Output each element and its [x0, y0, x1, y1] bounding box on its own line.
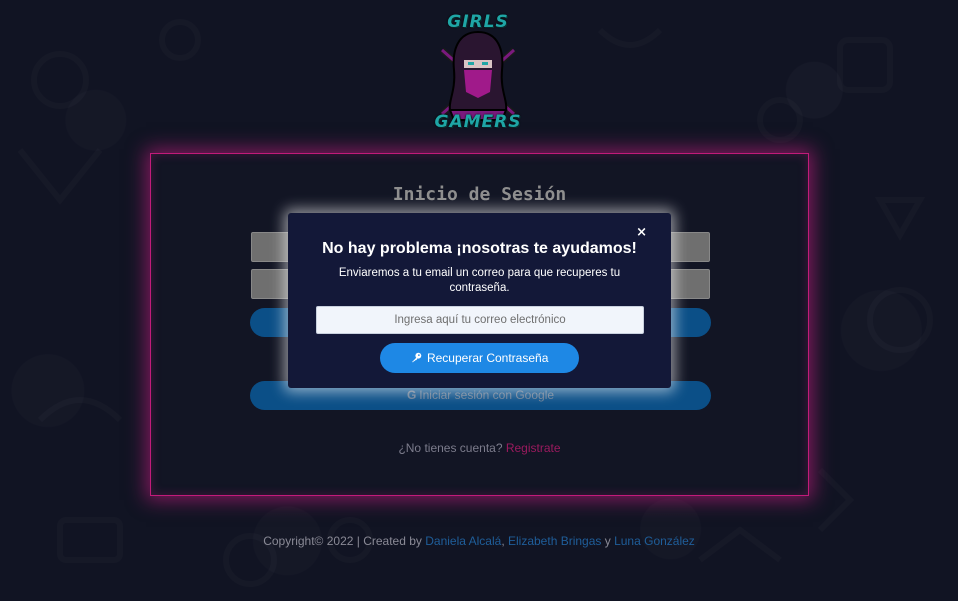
footer-copyright: Copyright© 2022 | Created by: [263, 534, 422, 548]
close-icon[interactable]: ×: [636, 225, 647, 240]
modal-title: No hay problema ¡nosotras te ayudamos!: [322, 240, 637, 257]
google-icon: G: [406, 388, 417, 402]
author-link-daniela[interactable]: Daniela Alcalá: [425, 534, 501, 548]
login-title: Inicio de Sesión: [392, 184, 567, 205]
modal-description: Enviaremos a tu email un correo para que…: [338, 267, 621, 294]
google-login-label: Iniciar sesión con Google: [419, 388, 555, 402]
signup-prompt: ¿No tienes cuenta? Registrate: [151, 441, 808, 455]
signup-link[interactable]: Registrate: [506, 441, 561, 455]
password-recovery-modal: × No hay problema ¡nosotras te ayudamos!…: [288, 213, 671, 388]
author-link-luna[interactable]: Luna González: [614, 534, 695, 548]
girls-gamers-logo: GIRLS GAMERS: [428, 10, 528, 136]
recovery-email-input[interactable]: [316, 306, 644, 334]
recover-password-label: Recuperar Contraseña: [426, 351, 549, 365]
footer-separator: ,: [501, 534, 505, 548]
footer-and: y: [604, 534, 611, 548]
key-icon: [411, 351, 425, 365]
signup-text: ¿No tienes cuenta?: [398, 441, 503, 455]
footer: Copyright© 2022 | Created by Daniela Alc…: [0, 534, 958, 548]
logo-word-bottom: GAMERS: [434, 112, 522, 132]
author-link-elizabeth[interactable]: Elizabeth Bringas: [508, 534, 601, 548]
recover-password-button[interactable]: Recuperar Contraseña: [380, 343, 579, 373]
